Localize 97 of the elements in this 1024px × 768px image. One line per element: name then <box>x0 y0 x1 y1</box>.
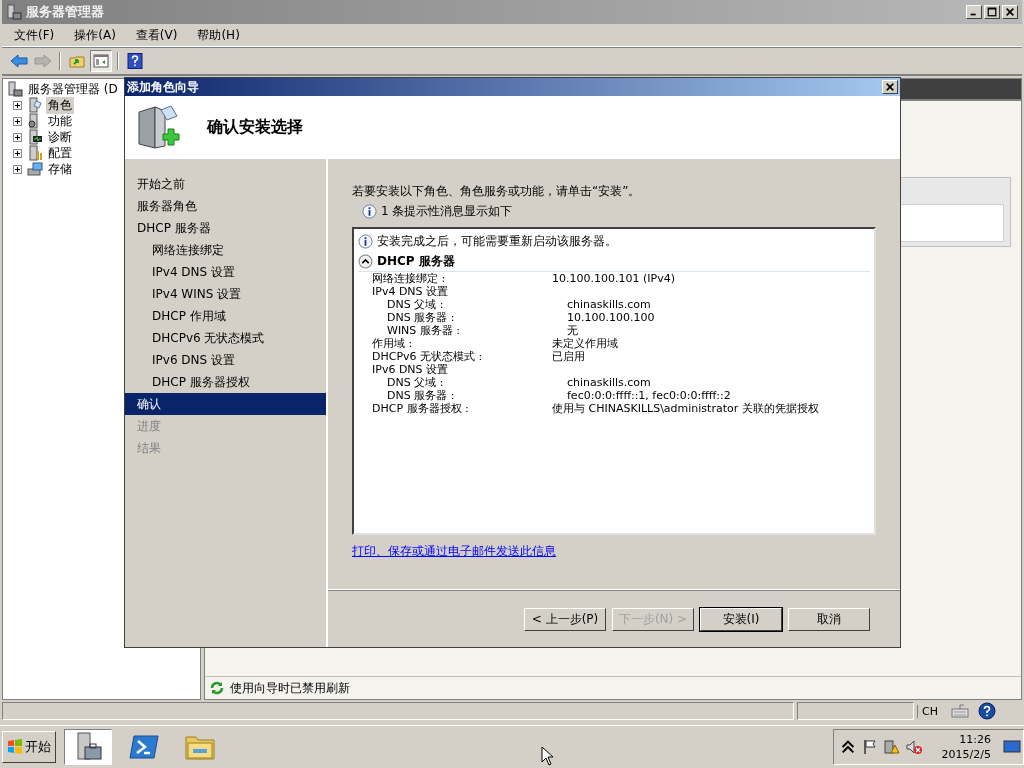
detail-label: DHCP 服务器授权 : <box>372 402 470 415</box>
language-indicator[interactable]: CH <box>917 704 942 718</box>
refresh-icon <box>209 680 225 696</box>
wizard-step: 结果 <box>125 437 326 459</box>
show-desktop-icon[interactable] <box>1003 739 1021 755</box>
menu-item[interactable]: 操作(A) <box>74 26 116 44</box>
tree-item[interactable]: 服务器管理器 (D <box>26 80 120 98</box>
start-logo-icon <box>7 739 23 755</box>
detail-value: 已启用 <box>552 350 585 363</box>
maximize-icon <box>987 7 997 17</box>
help-icon <box>127 53 143 69</box>
tree-item[interactable]: 功能 <box>46 112 74 130</box>
detail-label: 作用域 : <box>372 337 414 350</box>
detail-label: IPv6 DNS 设置 <box>372 363 449 376</box>
wizard-step: IPv4 DNS 设置 <box>125 261 326 283</box>
server-icon <box>7 81 23 97</box>
detail-value: 10.100.100.101 (IPv4) <box>552 272 675 285</box>
notice-text: 1 条提示性消息显示如下 <box>381 202 513 220</box>
detail-label: DNS 服务器 : <box>387 389 456 402</box>
start-button[interactable]: 开始 <box>2 731 56 763</box>
help-icon[interactable] <box>977 702 996 720</box>
server-toolbox-app-button[interactable] <box>64 729 112 765</box>
clock-time: 11:26 <box>959 732 991 747</box>
maximize-button[interactable] <box>984 5 1000 19</box>
server-monitor-icon <box>27 129 43 145</box>
close-button[interactable] <box>1002 5 1018 19</box>
detail-label: DNS 父域 : <box>387 298 445 311</box>
clock-date: 2015/2/5 <box>941 747 991 762</box>
instruction-text: 若要安装以下角色、角色服务或功能，请单击“安装”。 <box>352 183 642 200</box>
wizard-step: IPv4 WINS 设置 <box>125 283 326 305</box>
expand-icon[interactable] <box>13 100 22 110</box>
wizard-step: 开始之前 <box>125 173 326 195</box>
pane-toggle-button[interactable] <box>90 50 112 72</box>
minimize-button[interactable] <box>966 5 982 19</box>
wizard-step: 服务器角色 <box>125 195 326 217</box>
tree-item[interactable]: 配置 <box>46 144 74 162</box>
expand-icon[interactable] <box>13 116 22 126</box>
wizard-step: 网络连接绑定 <box>125 239 326 261</box>
detail-label: DNS 父域 : <box>387 376 445 389</box>
detail-value: fec0:0:0:ffff::1, fec0:0:0:ffff::2 <box>567 389 731 402</box>
wizard-step: DHCP 服务器授权 <box>125 371 326 393</box>
close-icon <box>885 82 895 92</box>
menu-item[interactable]: 文件(F) <box>14 26 55 44</box>
flag-icon[interactable] <box>861 739 878 755</box>
detail-value: chinaskills.com <box>567 298 651 311</box>
detail-label: IPv4 DNS 设置 <box>372 285 449 298</box>
folder-up-icon <box>69 53 85 69</box>
detail-value: 未定义作用域 <box>552 337 618 350</box>
detail-value: 使用与 CHINASKILLS\administrator 关联的凭据授权 <box>552 402 819 415</box>
wizard-step: 确认 <box>125 393 326 415</box>
wizard-step: 进度 <box>125 415 326 437</box>
server-icon <box>6 4 22 20</box>
collapse-icon[interactable] <box>358 253 373 269</box>
wizard-button[interactable]: 安装(I) <box>700 607 782 631</box>
wizard-step: DHCP 作用域 <box>125 305 326 327</box>
detail-label: DHCPv6 无状态模式 : <box>372 350 484 363</box>
help-button[interactable] <box>124 50 146 72</box>
expand-icon[interactable] <box>13 148 22 158</box>
server-add-icon <box>135 103 183 152</box>
info-icon <box>362 203 377 219</box>
expand-icon[interactable] <box>13 132 22 142</box>
warning-icon[interactable] <box>883 739 900 755</box>
status-message: 使用向导时已禁用刷新 <box>230 679 350 697</box>
server-tools-icon <box>27 145 43 161</box>
close-icon <box>1005 7 1015 17</box>
server-document-icon <box>27 97 43 113</box>
expand-icon[interactable] <box>13 164 22 174</box>
arrow-left-icon <box>10 53 28 69</box>
tree-item[interactable]: 诊断 <box>46 128 74 146</box>
page-heading: 确认安装选择 <box>207 117 303 138</box>
detail-label: DNS 服务器 : <box>387 311 456 324</box>
wizard-button[interactable]: < 上一步(P) <box>524 607 606 631</box>
section-title: DHCP 服务器 <box>377 252 455 270</box>
close-button[interactable] <box>882 80 898 94</box>
window-title: 服务器管理器 <box>26 3 105 21</box>
info-icon <box>358 233 373 249</box>
print-save-email-link[interactable]: 打印、保存或通过电子邮件发送此信息 <box>352 543 556 560</box>
wizard-step: DHCP 服务器 <box>125 217 326 239</box>
wizard-step: IPv6 DNS 设置 <box>125 349 326 371</box>
wizard-step: DHCPv6 无状态模式 <box>125 327 326 349</box>
dialog-title: 添加角色向导 <box>127 78 200 96</box>
message-text: 安装完成之后，可能需要重新启动该服务器。 <box>377 232 617 250</box>
speaker-muted-icon[interactable] <box>905 739 922 755</box>
chevron-up-icon[interactable] <box>839 739 856 755</box>
arrow-right-icon <box>34 53 52 69</box>
tree-item[interactable]: 存储 <box>46 160 74 178</box>
storage-icon <box>27 161 43 177</box>
detail-value: chinaskills.com <box>567 376 651 389</box>
menu-item[interactable]: 帮助(H) <box>197 26 240 44</box>
menu-item[interactable]: 查看(V) <box>135 26 178 44</box>
detail-label: 网络连接绑定 : <box>372 272 447 285</box>
detail-label: WINS 服务器 : <box>387 324 462 337</box>
detail-value: 10.100.100.100 <box>567 311 655 324</box>
tree-item[interactable]: 角色 <box>46 96 74 114</box>
wizard-button[interactable]: 取消 <box>788 607 870 631</box>
detail-value: 无 <box>567 324 578 337</box>
pane-icon <box>93 53 109 69</box>
